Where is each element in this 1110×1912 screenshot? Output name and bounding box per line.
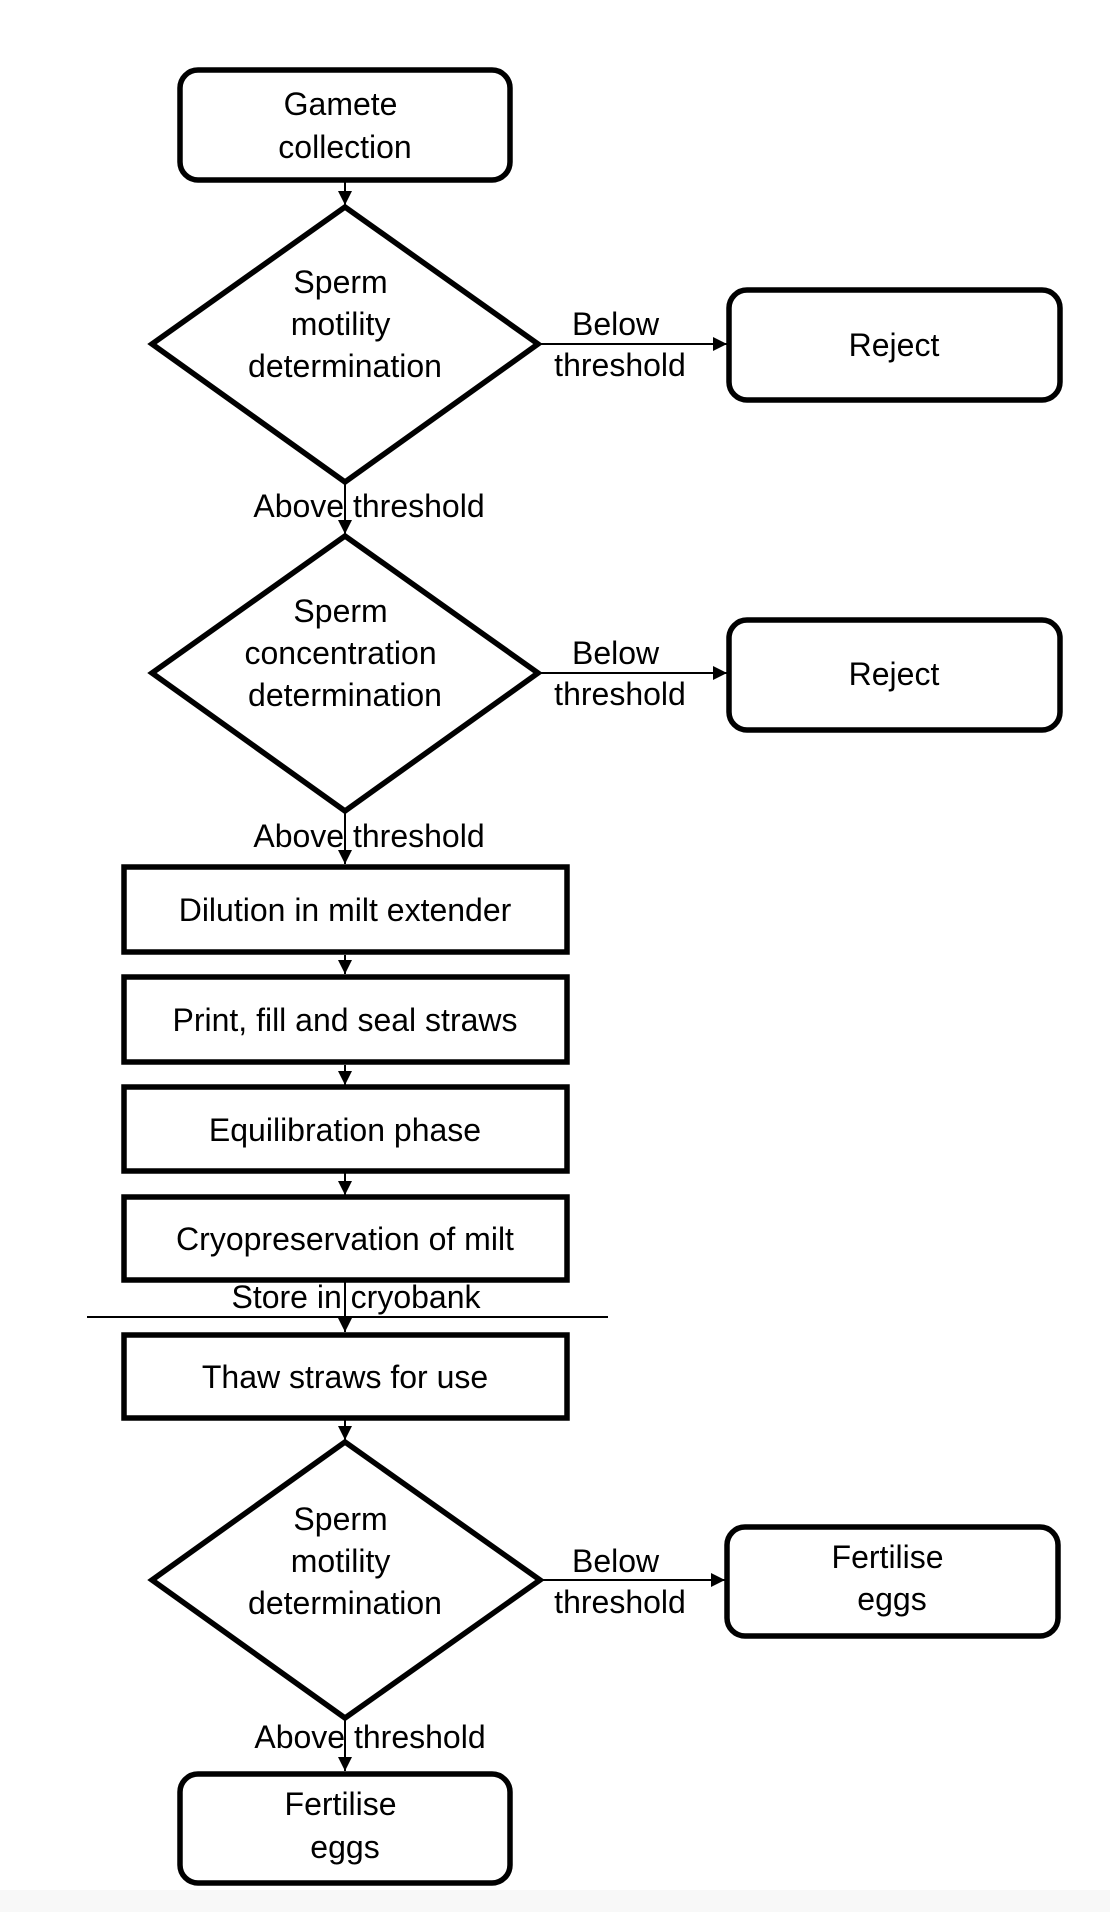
- flowchart: Gamete collection Sperm motility determi…: [0, 67, 1110, 1912]
- label-print-fill-seal: Print, fill and seal straws: [172, 1002, 517, 1038]
- node-motility-check-1: [147, 203, 543, 486]
- label-equilibration: Equilibration phase: [209, 1112, 481, 1148]
- edge-label-above-3: Above threshold: [254, 1719, 485, 1755]
- label-dilution: Dilution in milt extender: [179, 892, 512, 928]
- node-concentration-check: [147, 532, 543, 815]
- edge-label-store: Store in cryobank: [231, 1279, 481, 1315]
- edge-label-above-2: Above threshold: [253, 818, 484, 854]
- label-cryopreservation: Cryopreservation of milt: [176, 1221, 514, 1257]
- edge-label-below-3: Below threshold: [554, 1543, 686, 1620]
- label-thaw: Thaw straws for use: [202, 1359, 488, 1395]
- label-reject-1: Reject: [849, 327, 940, 363]
- label-reject-2: Reject: [849, 656, 940, 692]
- node-motility-check-2: [147, 1438, 545, 1722]
- edge-label-above-1: Above threshold: [253, 488, 484, 524]
- footer-band: [0, 1890, 1110, 1912]
